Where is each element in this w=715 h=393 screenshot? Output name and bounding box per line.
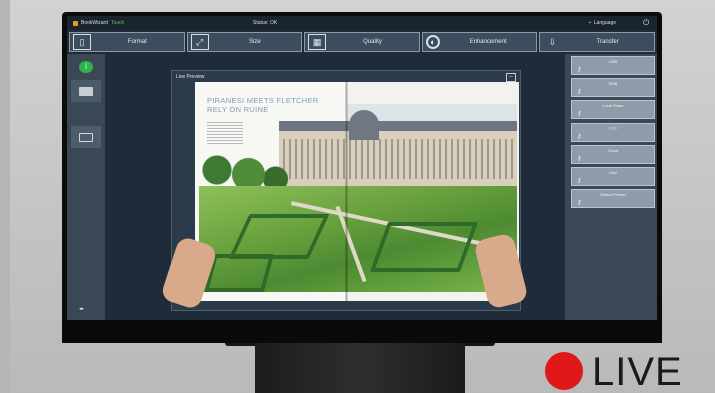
key-icon: ⚷ (577, 89, 582, 95)
key-icon: ⚷ (577, 178, 582, 184)
garden-photo (199, 104, 517, 292)
live-label: LIVE (592, 350, 683, 393)
left-sidebar: i ◂▸ (67, 54, 105, 320)
power-icon[interactable]: ⏻ (643, 18, 649, 28)
destination-label: USB (608, 59, 618, 64)
live-indicator-icon (545, 352, 583, 390)
resize-icon: ⤢ (190, 34, 209, 50)
destination-label: Local Share (602, 103, 624, 108)
tab-quality-label: Quality (363, 39, 382, 45)
preview-title: Live Preview (176, 74, 205, 80)
hedge (369, 222, 479, 272)
destination-label: Default Printer (600, 192, 626, 197)
tab-enhancement-label: Enhancement (469, 39, 507, 45)
thumbnail-button[interactable] (71, 80, 101, 102)
globe-icon: ▪ (589, 20, 591, 26)
close-preview-button[interactable]: – (506, 73, 516, 82)
destination-usb[interactable]: USB ⚷ (571, 56, 655, 75)
destination-smb[interactable]: SMB ⚷ (571, 78, 655, 97)
tab-quality[interactable]: ▦ Quality (304, 32, 420, 52)
contrast-icon: ◐ (425, 35, 440, 49)
destination-mail[interactable]: Mail ⚷ (571, 167, 655, 186)
book-gutter (345, 82, 348, 301)
monitor-bezel (62, 320, 662, 343)
crop-button[interactable] (71, 126, 101, 148)
destination-label: SMB (608, 81, 618, 86)
palace (279, 121, 517, 189)
title-bar: BookWizard Touch Status: OK ▪ Language ⏻ (67, 16, 657, 30)
destination-cloud[interactable]: Cloud ⚷ (571, 145, 655, 164)
thumbnail-icon (79, 86, 93, 96)
destination-label: FTP (609, 126, 617, 131)
tab-size-label: Size (249, 39, 261, 45)
key-icon: ⚷ (577, 67, 582, 73)
app-logo-icon (73, 20, 78, 26)
palace-dome (349, 110, 379, 140)
destination-ftp[interactable]: FTP ⚷ (571, 123, 655, 142)
app-name-suffix: Touch (110, 20, 125, 26)
page-format-icon: ▯ (73, 34, 91, 50)
destination-local-share[interactable]: Local Share ⚷ (571, 100, 655, 119)
palace-roof (279, 121, 517, 131)
tab-transfer-label: Transfer (596, 39, 619, 45)
back-icon[interactable]: ◂▸ (79, 306, 84, 312)
app-screen: BookWizard Touch Status: OK ▪ Language ⏻… (67, 16, 657, 320)
key-icon: ⚷ (577, 156, 582, 162)
app-title: BookWizard Touch (73, 20, 124, 26)
tab-size[interactable]: ⤢ Size (186, 32, 303, 52)
magazine-body-text (207, 122, 243, 144)
key-icon: ⚷ (577, 134, 582, 140)
destination-label: Cloud (607, 148, 619, 153)
tab-transfer[interactable]: ⇩ Transfer (539, 32, 655, 52)
key-icon: ⚷ (577, 111, 582, 117)
hedge (203, 254, 275, 292)
scan-button[interactable]: i (71, 56, 101, 78)
quality-icon: ▦ (308, 34, 327, 50)
destination-default-printer[interactable]: Default Printer ⚷ (571, 189, 655, 208)
magazine-headline: PIRANESI MEETS FLETCHER RELY ON RUINE (207, 96, 319, 114)
magazine-spread: PIRANESI MEETS FLETCHER RELY ON RUINE (195, 82, 519, 301)
status-text: Status: OK (253, 20, 278, 26)
language-label: Language (593, 20, 617, 26)
key-icon: ⚷ (577, 200, 582, 206)
download-icon: ⇩ (548, 36, 557, 47)
monitor-stand (255, 340, 465, 393)
transfer-destinations: USB ⚷ SMB ⚷ Local Share ⚷ FTP ⚷ Cloud ⚷ … (565, 54, 657, 320)
destination-label: Mail (609, 170, 617, 175)
crop-icon (79, 132, 93, 142)
scan-icon: i (79, 61, 93, 73)
tab-format[interactable]: ▯ Format (69, 32, 185, 52)
tab-enhancement[interactable]: ◐ Enhancement (421, 32, 538, 52)
palace-windows (279, 139, 517, 179)
language-button[interactable]: ▪ Language (589, 20, 616, 26)
toolbar: ▯ Format ⤢ Size ▦ Quality ◐ Enhancement … (67, 32, 657, 52)
tab-format-label: Format (127, 39, 147, 45)
wall-edge (0, 0, 10, 393)
app-name: BookWizard (81, 20, 108, 26)
